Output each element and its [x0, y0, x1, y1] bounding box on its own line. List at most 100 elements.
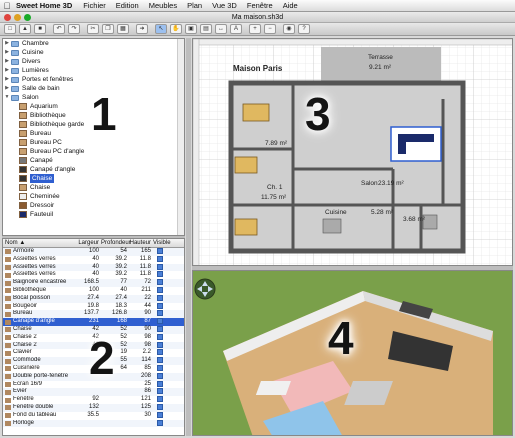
create-photo-button[interactable]: ◉	[283, 24, 295, 34]
column-height[interactable]: Hauteur	[129, 239, 153, 247]
expand-icon[interactable]: ▶	[3, 66, 11, 75]
table-row[interactable]: Bougeoir 19.8 18.3 44	[3, 302, 184, 311]
create-walls-button[interactable]: ▣	[185, 24, 197, 34]
zoom-window-button[interactable]	[24, 14, 31, 21]
visible-checkbox[interactable]	[157, 388, 163, 395]
visible-checkbox[interactable]	[157, 263, 163, 270]
cut-button[interactable]: ✂	[87, 24, 99, 34]
visible-checkbox[interactable]	[157, 302, 163, 309]
visible-checkbox[interactable]	[157, 403, 163, 410]
copy-button[interactable]: ❐	[102, 24, 114, 34]
table-row[interactable]: Assiettes verres 40 39.2 11.8	[3, 263, 184, 272]
table-row[interactable]: Fond du tableau 35.5 30	[3, 411, 184, 420]
new-home-button[interactable]: □	[4, 24, 16, 34]
menu-fichier[interactable]: Fichier	[78, 1, 111, 10]
catalog-category[interactable]: ▶ Lumières	[3, 66, 184, 75]
visible-checkbox[interactable]	[157, 364, 163, 371]
menu-edition[interactable]: Edition	[111, 1, 144, 10]
visible-checkbox[interactable]	[157, 411, 163, 418]
table-row[interactable]: Armoire 100 54 165	[3, 248, 184, 256]
save-button[interactable]: ■	[34, 24, 46, 34]
plan-view[interactable]: Maison Paris Terrasse 9.21 m² 7.89 m² Ch…	[192, 38, 513, 266]
catalog-item[interactable]: Cheminée	[3, 192, 184, 201]
zoom-in-button[interactable]: +	[249, 24, 261, 34]
visible-checkbox[interactable]	[157, 248, 163, 254]
visible-checkbox[interactable]	[157, 318, 163, 325]
menu-meubles[interactable]: Meubles	[144, 1, 182, 10]
visible-checkbox[interactable]	[157, 419, 163, 426]
bed-icon[interactable]	[234, 218, 258, 236]
paste-button[interactable]: ▦	[117, 24, 129, 34]
table-row[interactable]: Horloge	[3, 419, 184, 428]
catalog-item-selected[interactable]: Chaise	[3, 174, 184, 183]
catalog-item[interactable]: Canapé d'angle	[3, 165, 184, 174]
catalog-category[interactable]: ▶ Divers	[3, 57, 184, 66]
add-text-button[interactable]: A	[230, 24, 242, 34]
visible-checkbox[interactable]	[157, 333, 163, 340]
expand-icon[interactable]: ▶	[3, 84, 11, 93]
expand-icon[interactable]: ▶	[3, 57, 11, 66]
collapse-icon[interactable]: ▼	[3, 93, 11, 102]
catalog-category[interactable]: ▶ Chambre	[3, 39, 184, 48]
apple-menu-icon[interactable]: 	[0, 1, 14, 11]
table-row[interactable]: Canapé d'angle 231 168 87	[3, 318, 184, 326]
menu-vue3d[interactable]: Vue 3D	[207, 1, 242, 10]
visible-checkbox[interactable]	[157, 396, 163, 403]
menu-aide[interactable]: Aide	[278, 1, 303, 10]
table-row[interactable]: Assiettes verres 40 39.2 11.8	[3, 271, 184, 279]
menu-fenetre[interactable]: Fenêtre	[242, 1, 278, 10]
table-row[interactable]: Bocal poisson 27.4 27.4 22	[3, 294, 184, 303]
zoom-out-button[interactable]: −	[264, 24, 276, 34]
table-row[interactable]: Baignoire encastrée 168.5 77 72	[3, 279, 184, 287]
redo-button[interactable]: ↷	[68, 24, 80, 34]
expand-icon[interactable]: ▶	[3, 48, 11, 57]
minimize-window-button[interactable]	[14, 14, 21, 21]
table-row[interactable]: Bibliothèque 100 40 211	[3, 286, 184, 295]
expand-icon[interactable]: ▶	[3, 75, 11, 84]
create-rooms-button[interactable]: ▤	[200, 24, 212, 34]
close-window-button[interactable]	[4, 14, 11, 21]
add-furniture-button[interactable]: ➜	[136, 24, 148, 34]
visible-checkbox[interactable]	[157, 380, 163, 387]
table-row[interactable]: Evier 86	[3, 388, 184, 397]
catalog-item[interactable]: Chaise	[3, 183, 184, 192]
open-button[interactable]: ▲	[19, 24, 31, 34]
visible-checkbox[interactable]	[157, 349, 163, 356]
vertical-splitter[interactable]	[186, 38, 191, 436]
3d-view[interactable]: 4	[192, 270, 513, 436]
pan-mode-button[interactable]: ✋	[170, 24, 182, 34]
visible-checkbox[interactable]	[157, 255, 163, 262]
catalog-item[interactable]: Dressoir	[3, 201, 184, 210]
visible-checkbox[interactable]	[157, 357, 163, 364]
create-dimensions-button[interactable]: ↔	[215, 24, 227, 34]
column-depth[interactable]: Profondeur	[101, 239, 131, 247]
table-row[interactable]: Bureau 137.7 126.8 90	[3, 310, 184, 319]
table-row[interactable]: Fenêtre 92 121	[3, 396, 184, 404]
undo-button[interactable]: ↶	[53, 24, 65, 34]
table-row[interactable]: Assiettes verres 40 39.2 11.8	[3, 255, 184, 264]
bed-icon[interactable]	[234, 156, 258, 174]
catalog-category[interactable]: ▶ Portes et fenêtres	[3, 75, 184, 84]
expand-icon[interactable]: ▶	[3, 39, 11, 48]
column-visible[interactable]: Visible	[153, 239, 171, 247]
visible-checkbox[interactable]	[157, 286, 163, 293]
visible-checkbox[interactable]	[157, 310, 163, 317]
catalog-item[interactable]: Fauteuil	[3, 210, 184, 219]
visible-checkbox[interactable]	[157, 294, 163, 301]
catalog-item[interactable]: Bureau PC d'angle	[3, 147, 184, 156]
visible-checkbox[interactable]	[157, 341, 163, 348]
visible-checkbox[interactable]	[157, 372, 163, 379]
column-name[interactable]: Nom ▲	[3, 239, 77, 247]
table-row[interactable]: Fenêtre double 132 125	[3, 403, 184, 412]
app-menu[interactable]: Sweet Home 3D	[14, 1, 78, 10]
menu-plan[interactable]: Plan	[182, 1, 207, 10]
catalog-scrollbar[interactable]	[177, 39, 184, 235]
bed-icon[interactable]	[242, 103, 270, 122]
visible-checkbox[interactable]	[157, 271, 163, 278]
select-mode-button[interactable]: ↖	[155, 24, 167, 34]
visible-checkbox[interactable]	[157, 325, 163, 332]
visible-checkbox[interactable]	[157, 279, 163, 286]
help-button[interactable]: ?	[298, 24, 310, 34]
catalog-category[interactable]: ▶ Cuisine	[3, 48, 184, 57]
column-width[interactable]: Largeur	[77, 239, 101, 247]
